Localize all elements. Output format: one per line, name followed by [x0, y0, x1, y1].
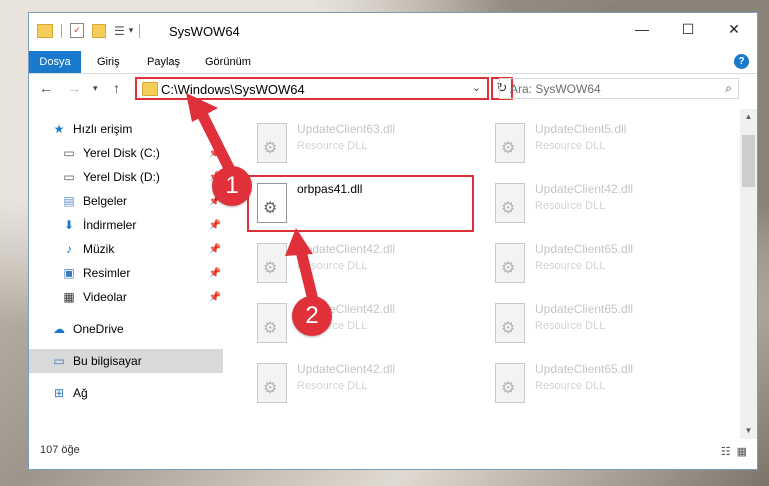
annotation-arrow-1 [186, 93, 239, 182]
step-badge-2: 2 [292, 296, 332, 336]
annotation-overlay [186, 93, 319, 306]
step-badge-1: 1 [212, 166, 252, 206]
annotation-arrow-2 [285, 228, 319, 306]
